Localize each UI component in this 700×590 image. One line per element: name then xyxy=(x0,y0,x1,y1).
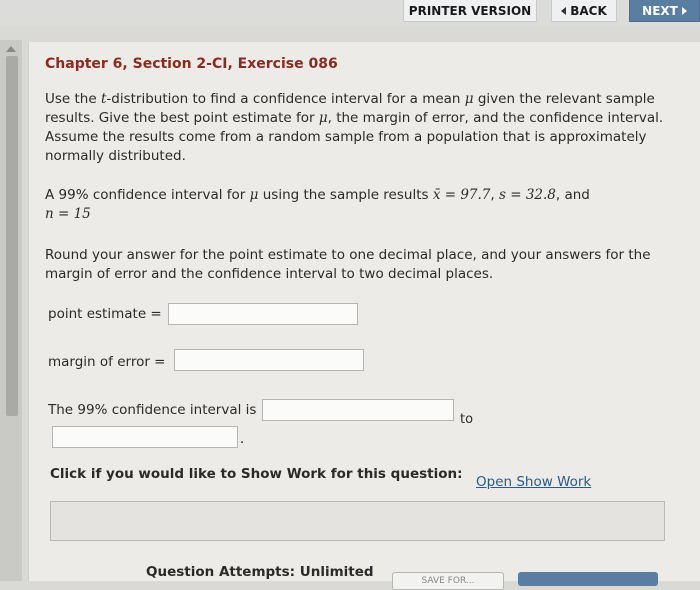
rounding-instructions: Round your answer for the point estimate… xyxy=(45,247,651,282)
point-estimate-label: point estimate = xyxy=(48,306,162,322)
scroll-up-icon[interactable] xyxy=(6,46,16,52)
sample-mean: x̄ = 97.7 xyxy=(432,187,491,203)
margin-of-error-input[interactable] xyxy=(174,349,364,371)
printer-version-button[interactable]: PRINTER VERSION xyxy=(403,0,537,22)
confidence-interval-label: The 99% confidence interval is xyxy=(48,402,257,418)
interval-lower-input[interactable] xyxy=(262,399,454,421)
sample-size: n = 15 xyxy=(45,206,91,222)
scrollbar-thumb[interactable] xyxy=(6,56,18,416)
instructions: Use the t-distribution to find a confide… xyxy=(45,91,664,164)
sample-sd: s = 32.8 xyxy=(499,187,556,203)
interval-upper-input[interactable] xyxy=(52,426,238,448)
question-attempts: Question Attempts: Unlimited xyxy=(146,564,374,580)
margin-of-error-label: margin of error = xyxy=(48,354,166,370)
exercise-title: Chapter 6, Section 2-CI, Exercise 086 xyxy=(45,56,338,72)
save-button[interactable]: SAVE FOR... xyxy=(392,572,504,590)
show-work-area[interactable] xyxy=(50,501,665,541)
back-label: BACK xyxy=(570,4,607,18)
back-arrow-icon xyxy=(561,7,567,15)
show-work-prompt: Click if you would like to Show Work for… xyxy=(50,466,463,482)
back-button[interactable]: BACK xyxy=(551,0,617,22)
next-arrow-icon xyxy=(681,7,687,15)
open-show-work-link[interactable]: Open Show Work xyxy=(476,474,591,490)
next-button[interactable]: NEXT xyxy=(629,0,700,22)
submit-button[interactable] xyxy=(518,572,658,586)
top-toolbar: PRINTER VERSION BACK NEXT xyxy=(0,0,700,26)
period-mark: . xyxy=(240,432,245,447)
next-label: NEXT xyxy=(642,4,678,18)
problem-statement: A 99% confidence interval for μ using th… xyxy=(45,187,590,222)
to-label: to xyxy=(460,412,474,427)
point-estimate-input[interactable] xyxy=(168,303,358,325)
